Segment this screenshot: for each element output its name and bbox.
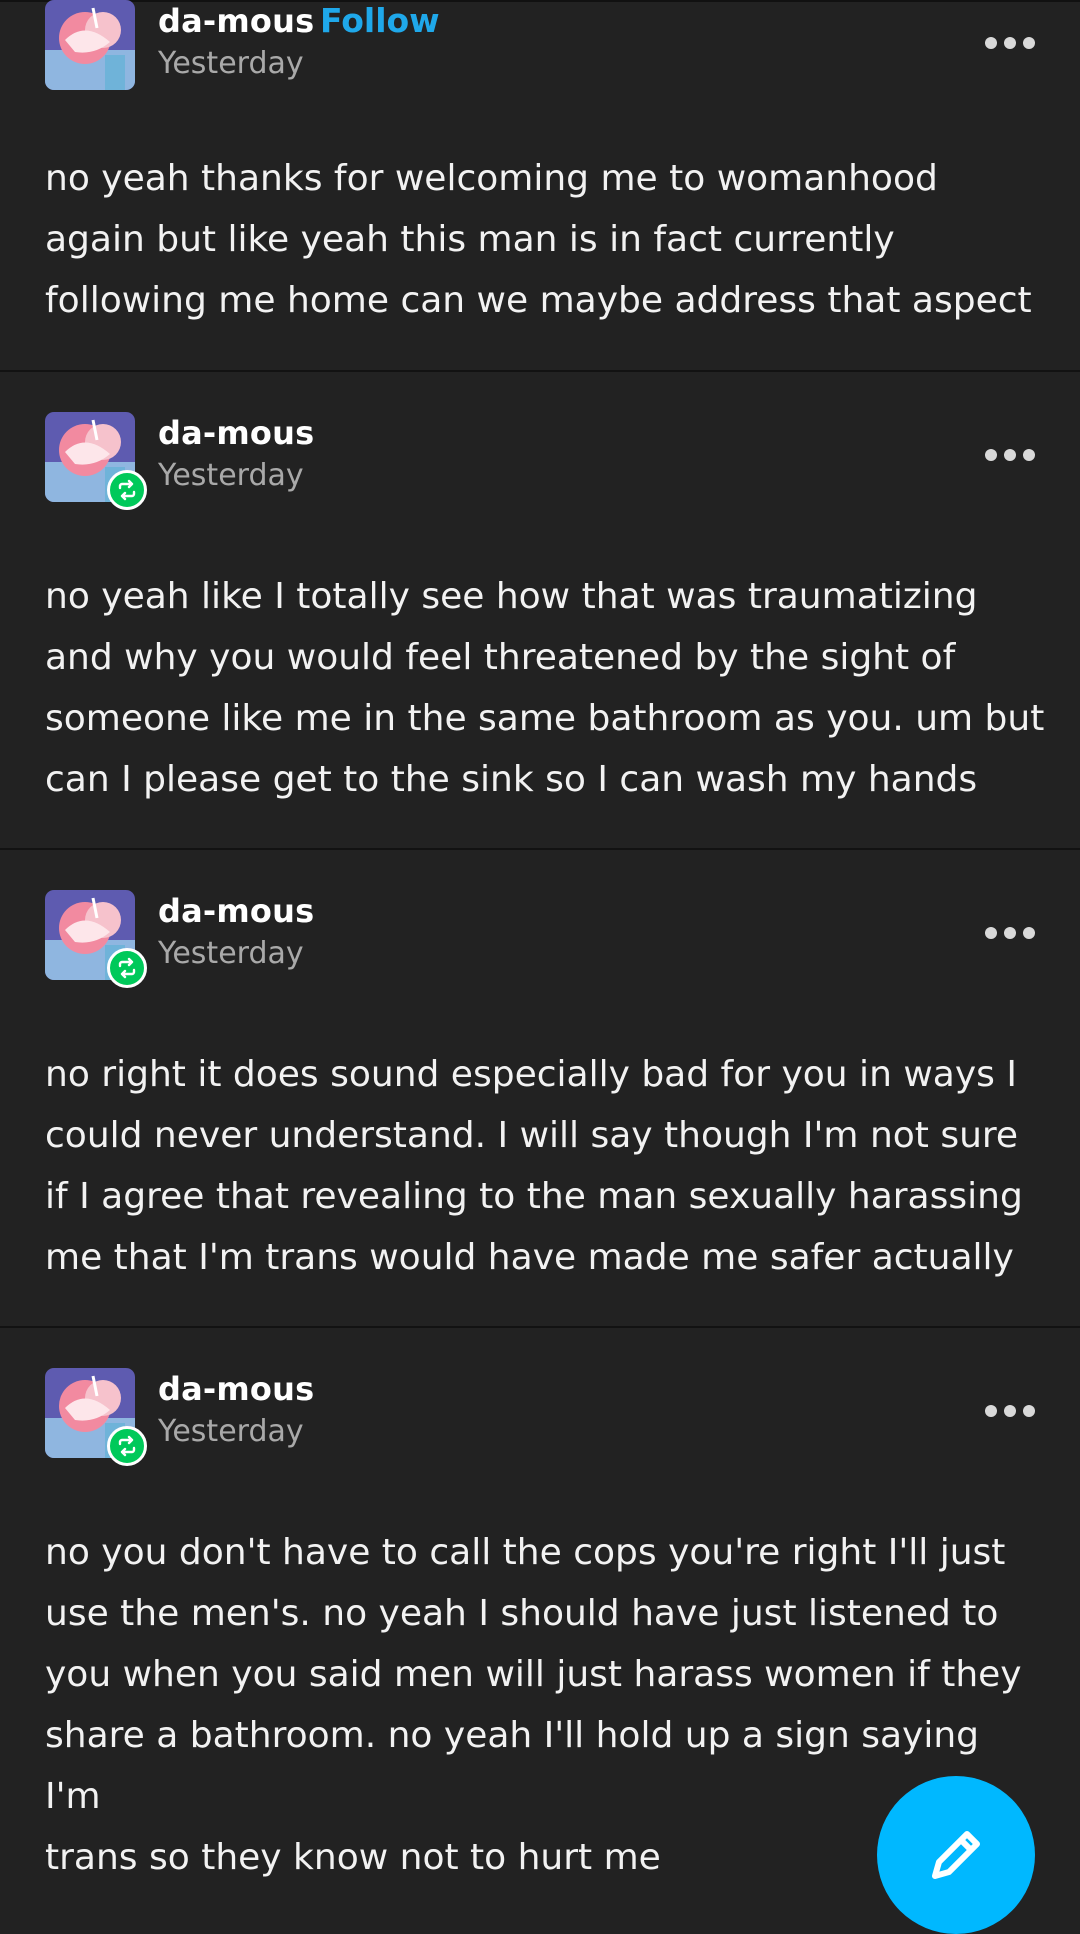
post-body: no right it does sound especially bad fo… (45, 1054, 1023, 1278)
timestamp: Yesterday (158, 1414, 304, 1449)
reblog-icon (107, 470, 147, 510)
post-header: da-mous Follow Yesterday (45, 0, 1035, 92)
pencil-icon (932, 1831, 980, 1879)
post-divider (0, 370, 1080, 372)
username[interactable]: da-mous (158, 414, 314, 452)
follow-button[interactable]: Follow (320, 1, 440, 40)
post-body: no yeah thanks for welcoming me to woman… (45, 158, 1032, 321)
username[interactable]: da-mous (158, 1370, 314, 1408)
post-header: da-mous Yesterday (45, 890, 1035, 988)
post-3: da-mous Yesterday (0, 890, 1080, 988)
avatar[interactable] (45, 1368, 147, 1466)
post-1: da-mous Follow Yesterday (0, 0, 1080, 92)
timestamp: Yesterday (158, 936, 304, 971)
more-options-icon[interactable] (985, 918, 1035, 948)
avatar[interactable] (45, 412, 147, 510)
reblog-icon (107, 948, 147, 988)
post-4: da-mous Yesterday (0, 1368, 1080, 1466)
post-header: da-mous Yesterday (45, 1368, 1035, 1466)
username[interactable]: da-mous (158, 2, 314, 40)
avatar[interactable] (45, 0, 135, 90)
avatar[interactable] (45, 890, 147, 988)
compose-button[interactable] (877, 1776, 1035, 1934)
post-2: da-mous Yesterday (0, 412, 1080, 510)
post-divider (0, 1326, 1080, 1328)
more-options-icon[interactable] (985, 440, 1035, 470)
username[interactable]: da-mous (158, 892, 314, 930)
reblog-icon (107, 1426, 147, 1466)
post-body: no yeah like I totally see how that was … (45, 576, 1045, 800)
more-options-icon[interactable] (985, 28, 1035, 58)
more-options-icon[interactable] (985, 1396, 1035, 1426)
timestamp: Yesterday (158, 46, 304, 81)
post-header: da-mous Yesterday (45, 412, 1035, 510)
timestamp: Yesterday (158, 458, 304, 493)
post-divider (0, 848, 1080, 850)
